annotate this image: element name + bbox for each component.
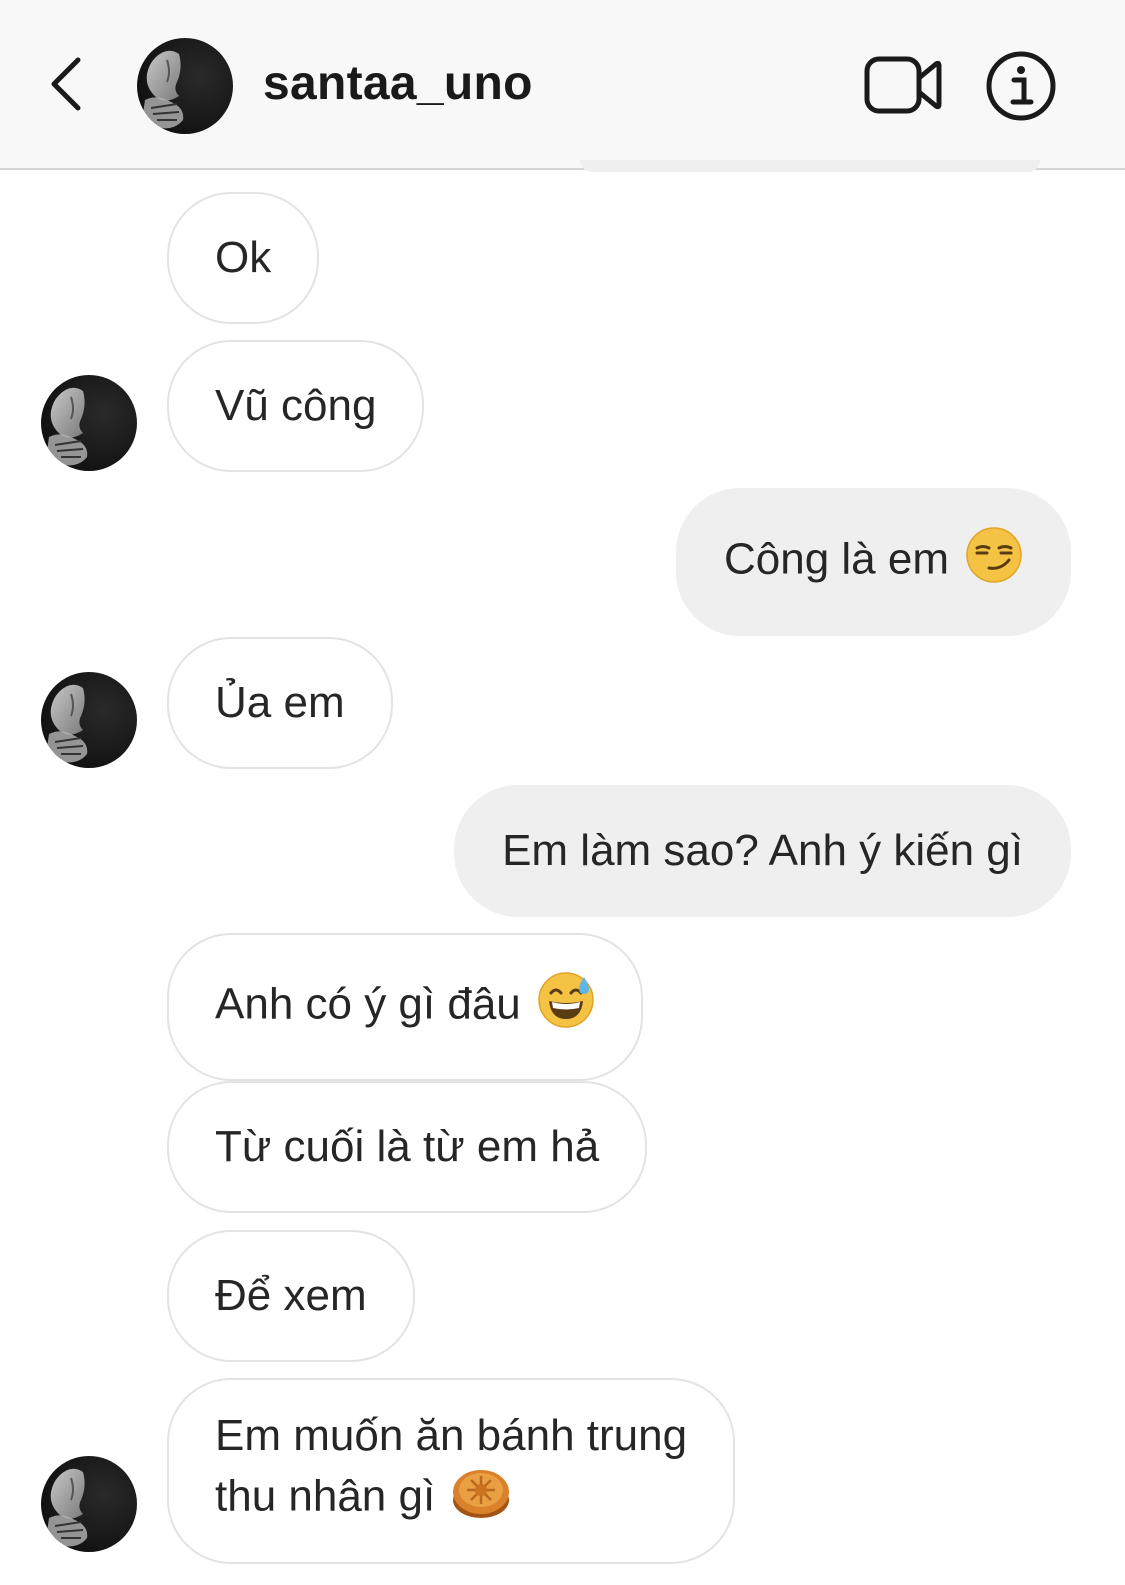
- message-bubble-incoming[interactable]: Để xem: [167, 1230, 415, 1362]
- message-text: Anh có ý gì đâu: [215, 979, 521, 1029]
- video-call-button[interactable]: [862, 52, 944, 118]
- message-bubble-outgoing[interactable]: Em làm sao? Anh ý kiến gì: [454, 785, 1071, 917]
- message-bubble-incoming[interactable]: Từ cuối là từ em hả: [167, 1081, 648, 1213]
- message-text: Công là em: [723, 534, 949, 584]
- info-icon: [986, 51, 1056, 121]
- message-text: Từ cuối là từ em hả: [215, 1122, 600, 1171]
- grinning-face-with-sweat-icon: [537, 971, 595, 1043]
- message-text: Ok: [215, 233, 272, 282]
- contact-username[interactable]: santaa_uno: [263, 56, 533, 111]
- video-camera-icon: [864, 56, 942, 114]
- sender-avatar[interactable]: [41, 375, 137, 471]
- message-text-line-wrap: thu nhân gì: [215, 1464, 687, 1534]
- message-bubble-outgoing[interactable]: Công là em: [675, 488, 1071, 636]
- message-bubble-incoming[interactable]: Anh có ý gì đâu: [167, 933, 643, 1081]
- back-button[interactable]: [40, 52, 96, 116]
- contact-avatar[interactable]: [137, 38, 233, 134]
- chat-header: santaa_uno: [0, 0, 1125, 170]
- sender-avatar[interactable]: [41, 1456, 137, 1552]
- message-text: Để xem: [215, 1271, 367, 1320]
- message-bubble-incoming[interactable]: Vũ công: [167, 340, 425, 472]
- message-text-line: thu nhân gì: [215, 1471, 436, 1521]
- message-text: Em làm sao? Anh ý kiến gì: [502, 826, 1023, 875]
- message-text: Vũ công: [215, 381, 377, 430]
- smirking-face-icon: [965, 526, 1023, 598]
- info-button[interactable]: [985, 50, 1057, 122]
- message-text: Ủa em: [215, 678, 345, 727]
- message-bubble-incoming[interactable]: Ủa em: [167, 637, 393, 769]
- previous-message-edge: [580, 160, 1040, 172]
- message-bubble-incoming[interactable]: Em muốn ăn bánh trung thu nhân gì: [167, 1378, 736, 1564]
- chevron-left-icon: [51, 57, 81, 111]
- message-text-line: Em muốn ăn bánh trung: [215, 1411, 688, 1460]
- moon-cake-icon: [451, 1464, 511, 1534]
- message-bubble-incoming[interactable]: Ok: [167, 192, 320, 324]
- sender-avatar[interactable]: [41, 672, 137, 768]
